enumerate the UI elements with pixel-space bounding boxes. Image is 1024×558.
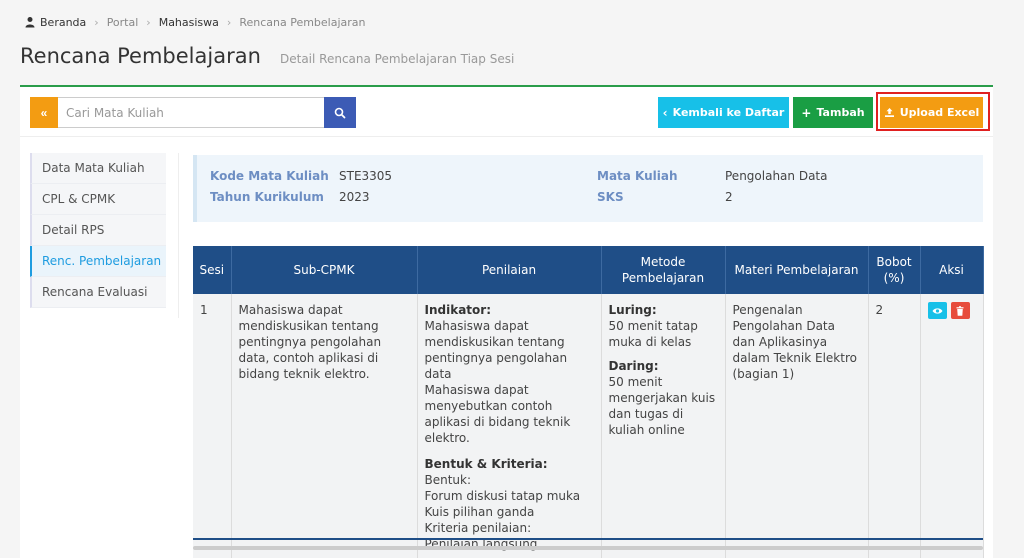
side-nav-data-mata-kuliah[interactable]: Data Mata Kuliah [30,153,166,184]
plus-icon: + [801,105,812,120]
indikator-label: Indikator: [424,303,492,317]
view-button[interactable] [927,302,947,319]
highlight-box [876,92,990,131]
trash-icon [956,305,964,316]
indikator-item-2: Mahasiswa dapat menyebutkan contoh aplik… [424,383,571,445]
sks-label: SKS [597,190,624,204]
side-divider [178,153,179,318]
header-aksi: Aksi [920,246,984,294]
chevron-left-icon: ‹ [662,105,668,120]
side-nav-rencana-evaluasi[interactable]: Rencana Evaluasi [30,277,166,308]
cell-materi: Pengenalan Pengolahan Data dan Aplikasin… [725,294,869,558]
cell-sub-cpmk: Mahasiswa dapat mendiskusikan tentang pe… [231,294,418,558]
tahun-value: 2023 [339,190,370,204]
header-bobot-line2: (%) [883,271,905,285]
table-header-row: Sesi Sub-CPMK Penilaian Metode Pembelaja… [193,246,984,294]
cell-penilaian: Indikator: Mahasiswa dapat mendiskusikan… [417,294,602,558]
header-sub-cpmk: Sub-CPMK [231,246,418,294]
indikator-item-1: Mahasiswa dapat mendiskusikan tentang pe… [424,319,568,381]
breadcrumb: Beranda › Portal › Mahasiswa › Rencana P… [24,14,366,30]
daring-text: 50 menit mengerjakan kuis dan tugas di k… [608,375,716,437]
kode-label: Kode Mata Kuliah [210,169,329,183]
breadcrumb-separator: › [94,15,99,29]
breadcrumb-home-link[interactable]: Beranda [40,16,86,29]
side-nav-cpl-cpmk[interactable]: CPL & CPMK [30,184,166,215]
search-input[interactable] [58,97,324,128]
rencana-table-wrapper: Sesi Sub-CPMK Penilaian Metode Pembelaja… [193,246,984,558]
add-label: Tambah [816,106,865,119]
cell-sesi: 1 [193,294,232,558]
cell-metode: Luring: 50 menit tatap muka di kelas Dar… [601,294,726,558]
header-metode: Metode Pembelajaran [601,246,726,294]
matkul-value: Pengolahan Data [725,169,828,183]
header-metode-line2: Pembelajaran [621,271,705,285]
tahun-label: Tahun Kurikulum [210,190,324,204]
breadcrumb-mahasiswa-link[interactable]: Mahasiswa [159,16,219,29]
back-to-list-button[interactable]: ‹ Kembali ke Daftar [658,97,789,128]
luring-label: Luring: [608,303,657,317]
main-card: « ‹ Kembali ke Daftar + Tambah Upload Ex… [20,85,993,558]
rencana-table: Sesi Sub-CPMK Penilaian Metode Pembelaja… [193,246,984,558]
eye-icon [932,307,942,314]
matkul-label: Mata Kuliah [597,169,678,183]
course-info-box: Kode Mata Kuliah STE3305 Tahun Kurikulum… [193,155,983,222]
luring-text: 50 menit tatap muka di kelas [608,319,698,349]
table-bottom-border [193,538,983,540]
header-materi: Materi Pembelajaran [725,246,869,294]
horizontal-scrollbar[interactable] [193,546,983,550]
daring-label: Daring: [608,359,659,373]
bentuk-item-2: Kuis pilihan ganda [424,505,535,519]
cell-aksi [920,294,984,558]
table-row: 1 Mahasiswa dapat mendiskusikan tentang … [193,294,984,558]
add-button[interactable]: + Tambah [793,97,873,128]
bentuk-item-1: Forum diskusi tatap muka [424,489,581,503]
header-sesi: Sesi [193,246,232,294]
sks-value: 2 [725,190,733,204]
page-subtitle: Detail Rencana Pembelajaran Tiap Sesi [280,52,515,66]
side-nav: Data Mata Kuliah CPL & CPMK Detail RPS R… [30,153,166,308]
breadcrumb-separator: › [226,15,232,29]
breadcrumb-separator: › [146,15,151,29]
breadcrumb-current: Rencana Pembelajaran [239,15,366,29]
header-penilaian: Penilaian [417,246,602,294]
header-bobot: Bobot (%) [868,246,921,294]
back-to-list-label: Kembali ke Daftar [672,106,785,119]
delete-button[interactable] [950,302,970,319]
search-button[interactable] [324,97,356,128]
bentuk-title: Bentuk: [424,473,472,487]
header-bobot-line1: Bobot [876,255,912,269]
toolbar: « ‹ Kembali ke Daftar + Tambah Upload Ex… [20,87,993,137]
search-icon [334,107,346,118]
side-nav-renc-pembelajaran[interactable]: Renc. Pembelajaran [30,246,166,277]
bentuk-kriteria-label: Bentuk & Kriteria: [424,457,548,471]
breadcrumb-portal-link[interactable]: Portal [107,16,139,29]
side-nav-detail-rps[interactable]: Detail RPS [30,215,166,246]
page-title: Rencana Pembelajaran [20,44,261,68]
kriteria-title: Kriteria penilaian: [424,521,532,535]
header-metode-line1: Metode [640,255,686,269]
user-icon [25,17,35,28]
sidebar-toggle-button[interactable]: « [30,97,58,128]
row-actions [927,302,976,319]
kode-value: STE3305 [339,169,393,183]
cell-bobot: 2 [868,294,921,558]
